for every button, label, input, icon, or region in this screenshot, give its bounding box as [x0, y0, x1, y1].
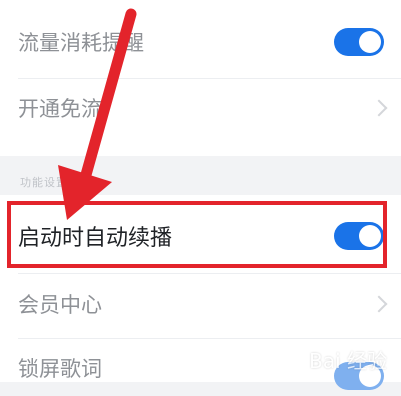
section-header: 功能设置 [20, 176, 68, 189]
setting-row-free-data[interactable]: 开通免流 [0, 80, 401, 136]
setting-row-vip-center[interactable]: 会员中心 [0, 276, 401, 332]
divider [18, 338, 401, 339]
divider [18, 273, 401, 274]
chevron-right-icon [370, 99, 388, 117]
setting-label: 流量消耗提醒 [18, 31, 144, 55]
divider [18, 78, 401, 79]
chevron-right-icon [370, 295, 388, 313]
setting-label: 会员中心 [18, 293, 102, 317]
setting-label: 锁屏歌词 [18, 357, 102, 381]
setting-label: 开通免流 [18, 97, 102, 121]
traffic-reminder-toggle[interactable] [334, 28, 384, 56]
toggle-knob [359, 31, 381, 53]
setting-row-traffic-reminder[interactable]: 流量消耗提醒 [0, 14, 401, 70]
highlight-box [7, 201, 387, 268]
watermark-logo: Bai 经验 [309, 349, 387, 373]
